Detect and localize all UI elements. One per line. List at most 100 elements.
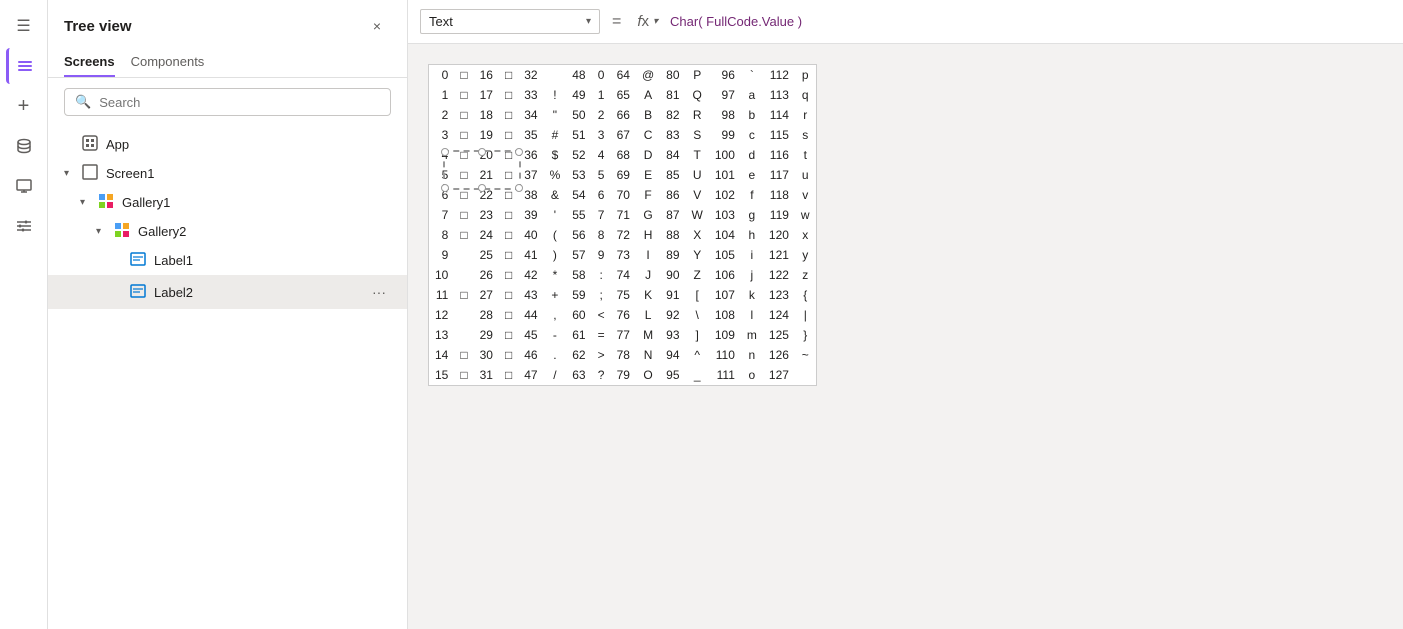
table-cell-num[interactable]: 62 <box>566 345 591 365</box>
table-cell-num[interactable]: 65 <box>611 85 636 105</box>
table-cell-num[interactable]: 23 <box>474 205 499 225</box>
table-cell-num[interactable]: 44 <box>518 305 543 325</box>
table-cell-num[interactable]: 56 <box>566 225 591 245</box>
table-cell-num[interactable]: 32 <box>518 65 543 85</box>
table-cell-num[interactable]: 99 <box>709 125 741 145</box>
table-cell-char[interactable]: □ <box>499 245 518 265</box>
table-cell-char[interactable]: e <box>741 165 763 185</box>
table-cell-num[interactable]: 61 <box>566 325 591 345</box>
table-cell-num[interactable]: 47 <box>518 365 543 385</box>
table-cell-char[interactable]: □ <box>499 365 518 385</box>
table-cell-num[interactable]: 25 <box>474 245 499 265</box>
table-cell-num[interactable]: 64 <box>611 65 636 85</box>
table-cell-num[interactable]: 121 <box>763 245 795 265</box>
tree-item-gallery1[interactable]: ▾ Gallery1 <box>48 188 407 217</box>
table-cell-num[interactable]: 120 <box>763 225 795 245</box>
table-cell-num[interactable]: 123 <box>763 285 795 305</box>
table-cell-char[interactable]: □ <box>454 145 473 165</box>
table-cell-num[interactable]: 66 <box>611 105 636 125</box>
table-cell-num[interactable]: 10 <box>429 265 454 285</box>
table-cell-char[interactable]: z <box>795 265 816 285</box>
table-cell-char[interactable]: □ <box>454 285 473 305</box>
database-icon[interactable] <box>6 128 42 164</box>
table-cell-char[interactable]: □ <box>454 225 473 245</box>
table-cell-char[interactable]: ] <box>686 325 709 345</box>
table-cell-num[interactable]: 126 <box>763 345 795 365</box>
table-cell-char[interactable]: Z <box>686 265 709 285</box>
table-cell-char[interactable]: g <box>741 205 763 225</box>
media-icon[interactable] <box>6 168 42 204</box>
table-cell-char[interactable]: @ <box>636 65 660 85</box>
table-cell-char[interactable]: □ <box>499 85 518 105</box>
table-cell-num[interactable]: 50 <box>566 105 591 125</box>
table-cell-num[interactable]: 70 <box>611 185 636 205</box>
table-cell-num[interactable]: 33 <box>518 85 543 105</box>
table-cell-num[interactable]: 95 <box>660 365 685 385</box>
table-cell-num[interactable]: 96 <box>709 65 741 85</box>
table-cell-num[interactable]: 87 <box>660 205 685 225</box>
table-cell-char[interactable]: r <box>795 105 816 125</box>
table-cell-char[interactable]: Y <box>686 245 709 265</box>
table-cell-char[interactable]: ! <box>544 85 567 105</box>
table-cell-num[interactable]: 98 <box>709 105 741 125</box>
table-cell-char[interactable]: b <box>741 105 763 125</box>
table-cell-char[interactable]: 6 <box>592 185 611 205</box>
table-cell-char[interactable]: 4 <box>592 145 611 165</box>
table-cell-char[interactable]: j <box>741 265 763 285</box>
canvas-area[interactable]: 0□16□3248064@80P96`112p1□17□33!49165A81Q… <box>408 44 1403 629</box>
table-cell-num[interactable]: 73 <box>611 245 636 265</box>
table-cell-char[interactable]: 5 <box>592 165 611 185</box>
table-cell-num[interactable]: 46 <box>518 345 543 365</box>
table-cell-char[interactable]: ) <box>544 245 567 265</box>
table-cell-char[interactable]: l <box>741 305 763 325</box>
table-cell-num[interactable]: 48 <box>566 65 591 85</box>
table-cell-num[interactable]: 34 <box>518 105 543 125</box>
table-cell-char[interactable]: " <box>544 105 567 125</box>
table-cell-num[interactable]: 110 <box>709 345 741 365</box>
table-cell-char[interactable]: 2 <box>592 105 611 125</box>
table-cell-num[interactable]: 77 <box>611 325 636 345</box>
table-cell-char[interactable] <box>454 265 473 285</box>
table-cell-char[interactable]: , <box>544 305 567 325</box>
search-input[interactable] <box>99 95 380 110</box>
table-cell-char[interactable]: ` <box>741 65 763 85</box>
table-cell-char[interactable]: W <box>686 205 709 225</box>
fx-button[interactable]: fx ▾ <box>633 13 662 30</box>
table-cell-num[interactable]: 0 <box>429 65 454 85</box>
table-cell-char[interactable]: o <box>741 365 763 385</box>
table-cell-char[interactable]: $ <box>544 145 567 165</box>
table-cell-char[interactable]: □ <box>499 225 518 245</box>
table-cell-char[interactable]: □ <box>454 125 473 145</box>
table-cell-char[interactable]: y <box>795 245 816 265</box>
tree-item-app[interactable]: App <box>48 130 407 159</box>
table-cell-char[interactable]: a <box>741 85 763 105</box>
table-cell-char[interactable]: E <box>636 165 660 185</box>
table-cell-num[interactable]: 12 <box>429 305 454 325</box>
table-cell-char[interactable]: □ <box>499 125 518 145</box>
table-cell-num[interactable]: 27 <box>474 285 499 305</box>
table-cell-char[interactable]: X <box>686 225 709 245</box>
table-cell-num[interactable]: 59 <box>566 285 591 305</box>
table-cell-num[interactable]: 79 <box>611 365 636 385</box>
table-cell-num[interactable]: 41 <box>518 245 543 265</box>
close-button[interactable]: × <box>363 12 391 40</box>
table-cell-num[interactable]: 106 <box>709 265 741 285</box>
table-cell-num[interactable]: 108 <box>709 305 741 325</box>
table-cell-num[interactable]: 1 <box>429 85 454 105</box>
table-cell-char[interactable]: | <box>795 305 816 325</box>
table-cell-char[interactable]: * <box>544 265 567 285</box>
table-cell-char[interactable]: J <box>636 265 660 285</box>
table-cell-char[interactable]: □ <box>454 165 473 185</box>
table-cell-num[interactable]: 2 <box>429 105 454 125</box>
table-cell-num[interactable]: 36 <box>518 145 543 165</box>
table-cell-char[interactable]: 0 <box>592 65 611 85</box>
table-cell-num[interactable]: 9 <box>429 245 454 265</box>
table-cell-char[interactable]: } <box>795 325 816 345</box>
table-cell-num[interactable]: 29 <box>474 325 499 345</box>
table-cell-num[interactable]: 92 <box>660 305 685 325</box>
table-cell-num[interactable]: 4 <box>429 145 454 165</box>
table-cell-num[interactable]: 93 <box>660 325 685 345</box>
table-cell-char[interactable]: □ <box>499 185 518 205</box>
table-cell-num[interactable]: 80 <box>660 65 685 85</box>
table-cell-num[interactable]: 122 <box>763 265 795 285</box>
